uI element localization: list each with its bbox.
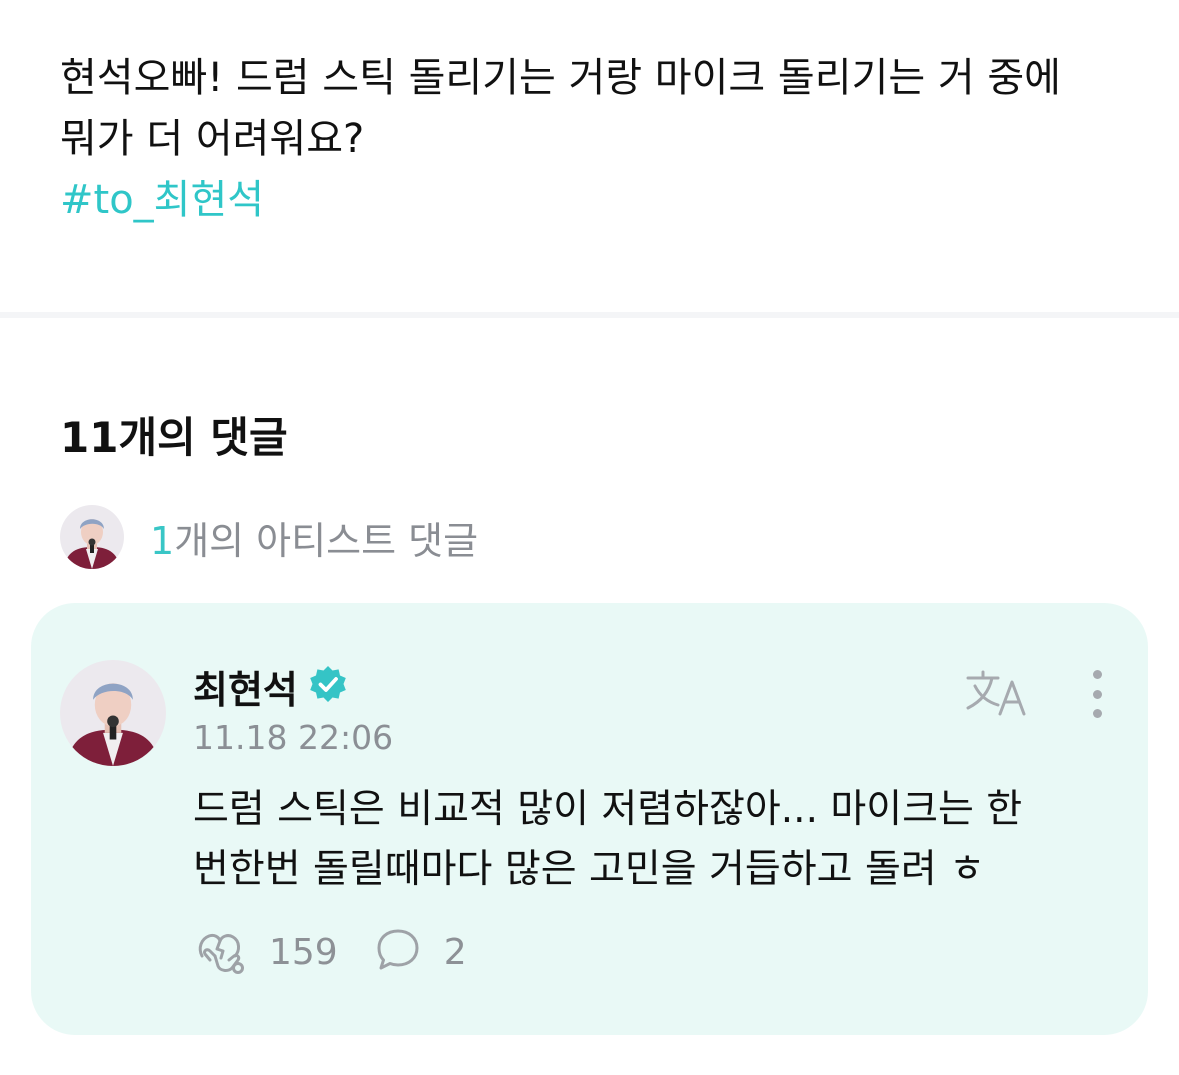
verified-badge-icon <box>308 664 348 708</box>
comment-body: 드럼 스틱은 비교적 많이 저렴하잖아... 마이크는 한 번한번 돌릴때마다 … <box>193 787 1023 892</box>
artist-comments-label: 1개의 아티스트 댓글 <box>150 510 478 565</box>
artist-comment-label-text: 개의 아티스트 댓글 <box>174 518 479 563</box>
author-name[interactable]: 최현석 <box>193 659 298 714</box>
heart-hands-icon <box>193 924 247 980</box>
artist-comments-filter[interactable]: 1개의 아티스트 댓글 <box>60 504 478 570</box>
artist-avatar-small <box>60 505 124 569</box>
reply-button[interactable]: 2 <box>374 926 467 978</box>
post-hashtag[interactable]: #to_최현석 <box>60 170 264 231</box>
artist-comment-count: 1 <box>150 518 175 563</box>
comment-actions: 159 2 <box>193 922 467 982</box>
author-avatar[interactable] <box>60 660 166 766</box>
section-divider <box>0 312 1179 318</box>
comment-author: 최현석 <box>193 660 348 712</box>
post-body: 현석오빠! 드럼 스틱 돌리기는 거랑 마이크 돌리기는 거 중에 뭐가 더 어… <box>60 55 1061 162</box>
like-count: 159 <box>269 931 338 973</box>
post-content: 현석오빠! 드럼 스틱 돌리기는 거랑 마이크 돌리기는 거 중에 뭐가 더 어… <box>60 48 1140 231</box>
like-button[interactable]: 159 <box>193 924 338 980</box>
more-options-icon[interactable] <box>1078 664 1116 724</box>
translate-icon[interactable] <box>962 664 1032 720</box>
reply-count: 2 <box>443 931 467 973</box>
comment-timestamp: 11.18 22:06 <box>193 718 394 757</box>
speech-bubble-icon <box>374 926 422 978</box>
comment-count-heading: 11개의 댓글 <box>60 413 288 462</box>
